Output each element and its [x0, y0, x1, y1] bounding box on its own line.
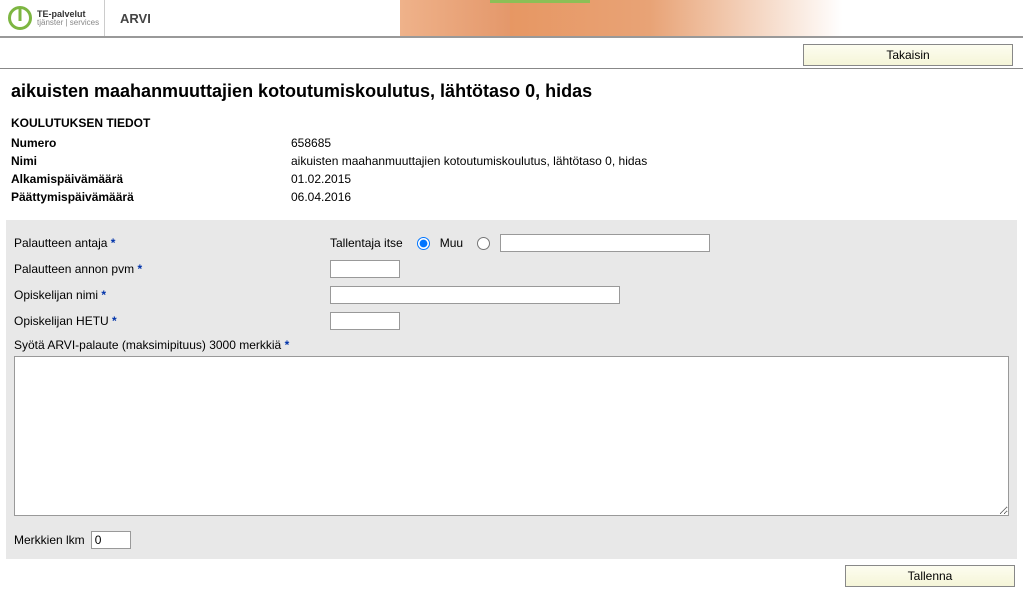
required-marker: *	[112, 314, 117, 328]
required-marker: *	[111, 236, 116, 250]
logo-line2: tjänster | services	[37, 19, 99, 27]
content: aikuisten maahanmuuttajien kotoutumiskou…	[0, 69, 1023, 595]
te-logo-icon	[8, 6, 32, 30]
counter-label: Merkkien lkm	[14, 533, 85, 547]
app-title: ARVI	[105, 0, 400, 36]
saver-label: Tallentaja itse	[330, 236, 403, 250]
info-value: aikuisten maahanmuuttajien kotoutumiskou…	[291, 152, 1017, 170]
required-marker: *	[137, 262, 142, 276]
logo-cell: TE-palvelut tjänster | services	[0, 0, 105, 36]
training-info: KOULUTUKSEN TIEDOT Numero 658685 Nimi ai…	[6, 116, 1017, 206]
counter-value	[91, 531, 131, 549]
info-label: Päättymispäivämäärä	[11, 188, 291, 206]
banner-strip-2	[510, 0, 860, 36]
giver-label: Palautteen antaja	[14, 236, 107, 250]
required-marker: *	[101, 288, 106, 302]
info-label: Alkamispäivämäärä	[11, 170, 291, 188]
student-hetu-label: Opiskelijan HETU	[14, 314, 109, 328]
date-input[interactable]	[330, 260, 400, 278]
row-date: Palautteen annon pvm *	[14, 256, 1009, 282]
top-bar: TE-palvelut tjänster | services ARVI	[0, 0, 1023, 38]
back-button[interactable]: Takaisin	[803, 44, 1013, 66]
info-label: Numero	[11, 134, 291, 152]
info-heading: KOULUTUKSEN TIEDOT	[11, 116, 1017, 130]
radio-self[interactable]	[417, 237, 430, 250]
feedback-wrap	[14, 352, 1009, 527]
info-label: Nimi	[11, 152, 291, 170]
radio-other[interactable]	[477, 237, 490, 250]
required-marker: *	[285, 338, 290, 352]
info-row-number: Numero 658685	[11, 134, 1017, 152]
giver-radio-group: Tallentaja itse Muu	[330, 234, 710, 252]
banner-strip-1	[400, 0, 510, 36]
feedback-textarea[interactable]	[14, 356, 1009, 516]
info-row-end: Päättymispäivämäärä 06.04.2016	[11, 188, 1017, 206]
row-feedback-label: Syötä ARVI-palaute (maksimipituus) 3000 …	[14, 334, 1009, 352]
form-panel: Palautteen antaja * Tallentaja itse Muu …	[6, 220, 1017, 559]
page-title: aikuisten maahanmuuttajien kotoutumiskou…	[6, 69, 1017, 112]
info-value: 06.04.2016	[291, 188, 1017, 206]
other-input[interactable]	[500, 234, 710, 252]
other-label: Muu	[440, 236, 463, 250]
accent-tab	[490, 0, 590, 3]
info-row-name: Nimi aikuisten maahanmuuttajien kotoutum…	[11, 152, 1017, 170]
student-name-label: Opiskelijan nimi	[14, 288, 98, 302]
row-student-name: Opiskelijan nimi *	[14, 282, 1009, 308]
row-giver: Palautteen antaja * Tallentaja itse Muu	[14, 230, 1009, 256]
student-name-input[interactable]	[330, 286, 620, 304]
logo-text: TE-palvelut tjänster | services	[37, 10, 99, 27]
date-label: Palautteen annon pvm	[14, 262, 134, 276]
feedback-label: Syötä ARVI-palaute (maksimipituus) 3000 …	[14, 338, 281, 352]
row-student-hetu: Opiskelijan HETU *	[14, 308, 1009, 334]
back-row: Takaisin	[0, 38, 1023, 68]
save-row: Tallenna	[6, 559, 1017, 589]
info-value: 01.02.2015	[291, 170, 1017, 188]
info-value: 658685	[291, 134, 1017, 152]
info-row-start: Alkamispäivämäärä 01.02.2015	[11, 170, 1017, 188]
student-hetu-input[interactable]	[330, 312, 400, 330]
save-button[interactable]: Tallenna	[845, 565, 1015, 587]
row-counter: Merkkien lkm	[14, 527, 1009, 549]
